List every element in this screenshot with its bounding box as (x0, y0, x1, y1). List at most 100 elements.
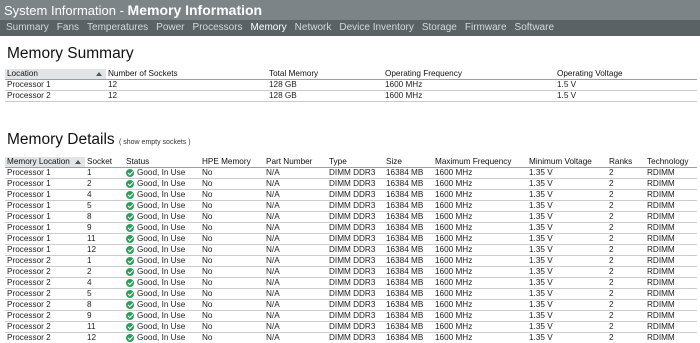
cell-type: DIMM DDR3 (327, 222, 384, 234)
table-row: Processor 1 12 128 GB 1600 MHz 1.5 V (5, 79, 697, 91)
cell-socket: 9 (85, 310, 124, 322)
table-row: Processor 1 2 Good, In Use No N/A DIMM DDR3 16… (5, 178, 697, 190)
cell-type: DIMM DDR3 (327, 310, 384, 322)
cell-memory-location: Processor 2 (5, 277, 85, 289)
cell-size: 16384 MB (384, 277, 433, 289)
cell-size: 16384 MB (384, 211, 433, 223)
column-header-memory-location[interactable]: Memory Location (5, 157, 85, 168)
cell-ranks: 2 (607, 189, 645, 201)
cell-size: 16384 MB (384, 321, 433, 333)
column-header-status[interactable]: Status (124, 157, 200, 168)
column-header-label: Location (7, 69, 38, 78)
cell-size: 16384 MB (384, 178, 433, 190)
cell-part-number: N/A (264, 299, 327, 311)
cell-hpe-memory: No (200, 189, 264, 201)
column-header-operating-voltage[interactable]: Operating Voltage (555, 69, 697, 80)
status-text: Good, In Use (137, 300, 186, 309)
tab-temperatures[interactable]: Temperatures (83, 20, 152, 36)
cell-hpe-memory: No (200, 233, 264, 245)
table-row: Processor 2 2 Good, In Use No N/A DIMM DDR3 16… (5, 266, 697, 278)
cell-type: DIMM DDR3 (327, 255, 384, 267)
cell-ranks: 2 (607, 288, 645, 300)
cell-memory-location: Processor 1 (5, 189, 85, 201)
cell-status: Good, In Use (124, 167, 200, 179)
cell-minimum-voltage: 1.35 V (527, 288, 607, 300)
cell-minimum-voltage: 1.35 V (527, 200, 607, 212)
cell-type: DIMM DDR3 (327, 233, 384, 245)
column-header-location[interactable]: Location (5, 69, 106, 80)
column-header-size[interactable]: Size (384, 157, 433, 168)
cell-ranks: 2 (607, 211, 645, 223)
cell-part-number: N/A (264, 178, 327, 190)
tab-storage[interactable]: Storage (418, 20, 461, 36)
column-header-number-of-sockets[interactable]: Number of Sockets (106, 69, 267, 80)
status-text: Good, In Use (137, 333, 186, 342)
cell-part-number: N/A (264, 244, 327, 256)
tab-software[interactable]: Software (511, 20, 558, 36)
cell-size: 16384 MB (384, 332, 433, 343)
column-header-total-memory[interactable]: Total Memory (267, 69, 383, 80)
cell-technology: RDIMM (645, 211, 697, 223)
table-row: Processor 2 5 Good, In Use No N/A DIMM DDR3 16… (5, 288, 697, 300)
tab-firmware[interactable]: Firmware (461, 20, 511, 36)
window-title-bar: System Information - Memory Information (0, 0, 700, 20)
cell-maximum-frequency: 1600 MHz (433, 299, 527, 311)
table-row: Processor 1 5 Good, In Use No N/A DIMM DDR3 16… (5, 200, 697, 212)
cell-memory-location: Processor 1 (5, 167, 85, 179)
cell-maximum-frequency: 1600 MHz (433, 222, 527, 234)
cell-ranks: 2 (607, 332, 645, 343)
column-header-minimum-voltage[interactable]: Minimum Voltage (527, 157, 607, 168)
cell-maximum-frequency: 1600 MHz (433, 244, 527, 256)
cell-ranks: 2 (607, 200, 645, 212)
column-header-label: HPE Memory (202, 157, 251, 166)
column-header-type[interactable]: Type (327, 157, 384, 168)
status-text: Good, In Use (137, 256, 186, 265)
tab-summary[interactable]: Summary (2, 20, 53, 36)
cell-hpe-memory: No (200, 211, 264, 223)
tab-processors[interactable]: Processors (189, 20, 247, 36)
column-header-operating-frequency[interactable]: Operating Frequency (383, 69, 555, 80)
table-row: Processor 2 1 Good, In Use No N/A DIMM DDR3 16… (5, 255, 697, 267)
table-row: Processor 1 4 Good, In Use No N/A DIMM DDR3 16… (5, 189, 697, 201)
cell-part-number: N/A (264, 321, 327, 333)
cell-type: DIMM DDR3 (327, 332, 384, 343)
cell-status: Good, In Use (124, 299, 200, 311)
cell-part-number: N/A (264, 255, 327, 267)
tab-power[interactable]: Power (152, 20, 188, 36)
check-circle-icon (126, 246, 134, 254)
tab-fans[interactable]: Fans (53, 20, 83, 36)
column-header-label: Size (386, 157, 402, 166)
column-header-technology[interactable]: Technology (645, 157, 697, 168)
column-header-label: Number of Sockets (108, 69, 178, 78)
cell-socket: 9 (85, 222, 124, 234)
column-header-hpe-memory[interactable]: HPE Memory (200, 157, 264, 168)
column-header-maximum-frequency[interactable]: Maximum Frequency (433, 157, 527, 168)
column-header-label: Total Memory (269, 69, 319, 78)
show-empty-sockets-link[interactable]: ( show empty sockets ) (119, 139, 191, 146)
tab-device-inventory[interactable]: Device Inventory (335, 20, 417, 36)
check-circle-icon (126, 213, 134, 221)
cell-memory-location: Processor 2 (5, 255, 85, 267)
table-row: Processor 1 9 Good, In Use No N/A DIMM DDR3 16… (5, 222, 697, 234)
cell-ranks: 2 (607, 299, 645, 311)
cell-size: 16384 MB (384, 244, 433, 256)
cell-part-number: N/A (264, 288, 327, 300)
cell-technology: RDIMM (645, 277, 697, 289)
status-text: Good, In Use (137, 278, 186, 287)
check-circle-icon (126, 257, 134, 265)
cell-maximum-frequency: 1600 MHz (433, 277, 527, 289)
column-header-ranks[interactable]: Ranks (607, 157, 645, 168)
column-header-part-number[interactable]: Part Number (264, 157, 327, 168)
status-text: Good, In Use (137, 245, 186, 254)
cell-memory-location: Processor 1 (5, 222, 85, 234)
tab-network[interactable]: Network (291, 20, 336, 36)
tab-memory[interactable]: Memory (247, 20, 291, 36)
cell-part-number: N/A (264, 189, 327, 201)
cell-ranks: 2 (607, 277, 645, 289)
cell-maximum-frequency: 1600 MHz (433, 167, 527, 179)
column-header-socket[interactable]: Socket (85, 157, 124, 168)
cell-part-number: N/A (264, 200, 327, 212)
cell-hpe-memory: No (200, 277, 264, 289)
cell-operating-voltage: 1.5 V (555, 79, 697, 91)
cell-status: Good, In Use (124, 244, 200, 256)
